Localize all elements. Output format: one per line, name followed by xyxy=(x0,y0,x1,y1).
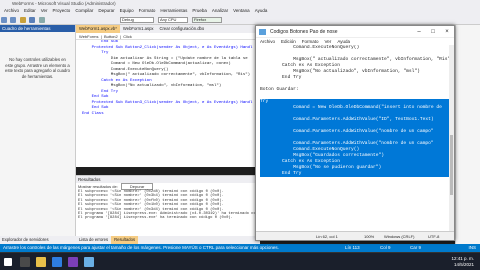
bottom-tabs: Lista de errores Resultados xyxy=(76,236,260,244)
notepad-icon[interactable] xyxy=(84,257,94,267)
platform-select[interactable]: Any CPU xyxy=(158,17,188,23)
output-header: Resultados xyxy=(76,176,260,183)
menu-item[interactable]: Ventana xyxy=(233,8,250,13)
bottom-tab[interactable]: Resultados xyxy=(111,236,139,244)
menu-item[interactable]: Analizar xyxy=(212,8,228,13)
run-button[interactable]: Firefox xyxy=(192,17,222,23)
menu-item[interactable]: Herramientas xyxy=(160,8,187,13)
status-bar: Arrastre los controles de las márgenes p… xyxy=(0,244,480,252)
notepad-menu-item[interactable]: Ayuda xyxy=(337,39,350,44)
vs-title-text: WebForms - Microsoft Visual Studio (Admi… xyxy=(12,1,116,6)
output-line: El programa '[8284] iisexpress.exe' ha t… xyxy=(78,216,233,221)
notepad-window: Codigos Botones Pao de nose – □ × Archiv… xyxy=(255,25,455,241)
notepad-menu-item[interactable]: Formato xyxy=(302,39,319,44)
notepad-menu-item[interactable]: Archivo xyxy=(260,39,275,44)
notepad-app-icon xyxy=(259,29,266,35)
notepad-title-bar[interactable]: Codigos Botones Pao de nose – □ × xyxy=(256,26,454,38)
undo-icon[interactable] xyxy=(38,17,45,23)
scrollbar-thumb[interactable] xyxy=(450,135,453,195)
output-source-label: Mostrar resultados de: xyxy=(78,184,118,189)
nav-object[interactable]: Button2 xyxy=(104,34,118,39)
vs-toolbar: Debug Any CPU Firefox xyxy=(0,15,480,25)
status-line: Lín 113 xyxy=(345,245,360,250)
editor-tab[interactable]: Crear configuración.dbo xyxy=(157,25,208,33)
config-select[interactable]: Debug xyxy=(120,17,154,23)
menu-item[interactable]: Ver xyxy=(41,8,48,13)
code-editor[interactable]: End Sub Protected Sub Button2_Click(send… xyxy=(76,40,260,167)
output-source-row: Mostrar resultados de: Depurar xyxy=(76,183,260,190)
save-icon[interactable] xyxy=(29,17,36,23)
notepad-zoom: 100% xyxy=(364,234,375,239)
edge-icon[interactable] xyxy=(52,257,62,267)
menu-item[interactable]: Proyecto xyxy=(53,8,71,13)
status-col: Col 9 xyxy=(380,245,391,250)
taskbar: 12:41 p. m. 14/5/2021 xyxy=(0,252,480,270)
notepad-line: End Try xyxy=(260,171,454,177)
output-source-select[interactable]: Depurar xyxy=(120,183,154,190)
editor-tab[interactable]: WebForm1.aspx.vb* xyxy=(76,25,120,33)
notepad-menu-item[interactable]: Edición xyxy=(281,39,296,44)
notepad-scrollbar[interactable] xyxy=(449,45,454,233)
menu-item[interactable]: Formato xyxy=(139,8,156,13)
menu-item[interactable]: Editar xyxy=(24,8,36,13)
editor-tab[interactable]: WebForm1.aspx xyxy=(120,25,157,33)
clock-date: 14/5/2021 xyxy=(453,262,474,267)
nav-class[interactable]: WebForms xyxy=(79,34,98,39)
toolbox-empty-message: No hay controles utilizables en este gru… xyxy=(5,57,70,79)
menu-item[interactable]: Compilar xyxy=(75,8,93,13)
notepad-title: Codigos Botones Pao de nose xyxy=(270,29,338,35)
notepad-encoding: UTF-8 xyxy=(428,234,440,239)
open-icon[interactable] xyxy=(19,17,26,23)
status-message: Arrastre los controles de las márgenes p… xyxy=(3,245,279,250)
left-bottom-tab[interactable]: Explorador de servidores xyxy=(0,236,76,244)
close-button[interactable]: × xyxy=(440,26,454,38)
forward-icon[interactable] xyxy=(10,17,17,23)
status-ins: INS xyxy=(468,245,476,250)
search-icon[interactable] xyxy=(20,257,30,267)
status-char: Car 9 xyxy=(410,245,422,250)
bottom-tab[interactable]: Lista de errores xyxy=(76,236,111,244)
menu-item[interactable]: Depurar xyxy=(98,8,114,13)
notepad-line: Comand.Parameters.AddWithValue("ID", Tex… xyxy=(260,117,454,123)
notepad-menu-item[interactable]: Ver xyxy=(325,39,332,44)
menu-item[interactable]: Ayuda xyxy=(255,8,268,13)
toolbox-header: Cuadro de herramientas xyxy=(0,25,75,32)
notepad-status-bar: Lín 62, col 1 100% Windows (CRLF) UTF-8 xyxy=(256,231,454,240)
back-icon[interactable] xyxy=(1,17,7,23)
visual-studio-icon[interactable] xyxy=(68,257,78,267)
notepad-eol: Windows (CRLF) xyxy=(384,234,415,239)
clock[interactable]: 12:41 p. m. 14/5/2021 xyxy=(451,256,474,268)
vs-title-bar: WebForms - Microsoft Visual Studio (Admi… xyxy=(0,0,480,7)
menu-item[interactable]: Equipo xyxy=(120,8,134,13)
minimize-button[interactable]: – xyxy=(412,26,426,38)
toolbox-panel: Cuadro de herramientas No hay controles … xyxy=(0,25,76,236)
notepad-cursor-pos: Lín 62, col 1 xyxy=(316,234,338,239)
nav-event[interactable]: Click xyxy=(123,34,132,39)
output-text: El subproceso '<Sin nombre>' (0x2d8) ter… xyxy=(76,190,260,221)
code-line: End Class xyxy=(82,111,104,116)
notepad-menu-bar: Archivo Edición Formato Ver Ayuda xyxy=(256,38,454,45)
menu-item[interactable]: Prueba xyxy=(192,8,207,13)
maximize-button[interactable]: □ xyxy=(426,26,440,38)
solution-explorer-strip xyxy=(455,25,480,244)
editor-tabs: WebForm1.aspx.vb* WebForm1.aspx Crear conf… xyxy=(76,25,260,33)
notepad-text-area[interactable]: Comand.ExecuteNonQuery() MsgBox(" actual… xyxy=(256,45,454,230)
code-line: MsgBox(" actualizado correctamente", vbI… xyxy=(82,73,251,77)
start-icon[interactable] xyxy=(4,258,12,266)
notepad-line: Comand = New OleDb.OleDbCommand("insert … xyxy=(260,105,454,111)
notepad-line: Comand.Parameters.AddWithValue("nombre d… xyxy=(260,129,454,135)
vs-menu-bar: Archivo Editar Ver Proyecto Compilar Depurar E… xyxy=(0,7,480,15)
menu-item[interactable]: Archivo xyxy=(4,8,19,13)
output-panel: Resultados Mostrar resultados de: Depura… xyxy=(76,175,260,236)
file-explorer-icon[interactable] xyxy=(36,257,46,267)
editor-nav-bar: WebForms | Button2 | Click xyxy=(76,33,260,40)
